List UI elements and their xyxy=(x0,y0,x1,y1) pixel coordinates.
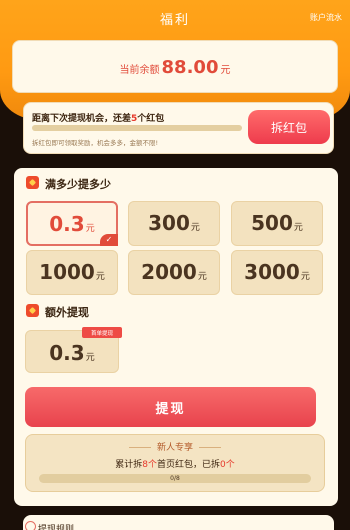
balance-amount: 88.00 xyxy=(161,57,219,78)
chance-prefix: 距离下次提现机会，还差 xyxy=(32,114,132,124)
amount-option-300[interactable]: 300 元 xyxy=(128,201,220,246)
first-withdraw-badge: 首单提现 xyxy=(82,327,122,338)
balance-text: 当前余额 88.00 元 xyxy=(13,57,337,78)
chance-text: 距离下次提现机会，还差5个红包 xyxy=(32,111,164,124)
check-icon: ✓ xyxy=(100,234,118,246)
newbie-progress-bar: 0/8 xyxy=(39,474,311,483)
option-value: 300 xyxy=(148,211,190,235)
open-red-packet-button[interactable]: 拆红包 xyxy=(248,110,330,144)
amount-option-3000[interactable]: 3000 元 xyxy=(231,250,323,295)
chance-subtext: 拆红包即可领取奖励，机会多多，金额不限! xyxy=(32,139,159,147)
option-value: 500 xyxy=(251,211,293,235)
newbie-exclusive-card: 新人专享 累计拆8个首页红包，已拆0个 0/8 xyxy=(25,434,325,492)
option-value: 0.3 xyxy=(49,341,85,365)
balance-card: 当前余额 88.00 元 xyxy=(12,40,338,93)
info-icon xyxy=(25,521,36,530)
option-unit: 元 xyxy=(85,353,95,363)
newbie-text-a: 累计拆 xyxy=(115,460,143,470)
balance-label: 当前余额 xyxy=(119,65,160,76)
option-unit: 元 xyxy=(85,224,95,234)
rules-label: 提现规则 xyxy=(38,525,75,530)
chance-suffix: 个红包 xyxy=(137,114,165,124)
option-value: 0.3 xyxy=(49,212,85,236)
newbie-title: 新人专享 xyxy=(26,440,324,453)
withdraw-button[interactable]: 提现 xyxy=(25,387,316,427)
newbie-text-b: 首页红包，已拆 xyxy=(157,460,221,470)
option-unit: 元 xyxy=(95,272,105,282)
gift-icon xyxy=(26,176,39,189)
gift-icon xyxy=(26,304,39,317)
chance-progress-bar xyxy=(32,125,242,131)
amount-option-2000[interactable]: 2000 元 xyxy=(128,250,220,295)
page-title: 福利 xyxy=(159,13,190,28)
amount-option-500[interactable]: 500 元 xyxy=(231,201,323,246)
amount-option-0-3[interactable]: 0.3 元 ✓ xyxy=(26,201,118,246)
balance-unit: 元 xyxy=(220,65,231,76)
option-unit: 元 xyxy=(300,272,310,282)
option-value: 2000 xyxy=(141,260,197,284)
option-value: 1000 xyxy=(39,260,95,284)
section-title-full-withdraw: 满多少提多少 xyxy=(45,178,111,191)
account-statement-link[interactable]: 账户流水 xyxy=(310,12,342,23)
amount-option-1000[interactable]: 1000 元 xyxy=(26,250,118,295)
newbie-text: 累计拆8个首页红包，已拆0个 xyxy=(26,457,324,470)
option-unit: 元 xyxy=(197,272,207,282)
option-value: 3000 xyxy=(244,260,300,284)
option-unit: 元 xyxy=(293,223,303,233)
newbie-target: 8个 xyxy=(142,460,157,470)
newbie-progress-label: 0/8 xyxy=(170,475,180,482)
newbie-done: 0个 xyxy=(220,460,235,470)
option-unit: 元 xyxy=(190,223,200,233)
section-title-extra-withdraw: 额外提现 xyxy=(45,306,89,319)
